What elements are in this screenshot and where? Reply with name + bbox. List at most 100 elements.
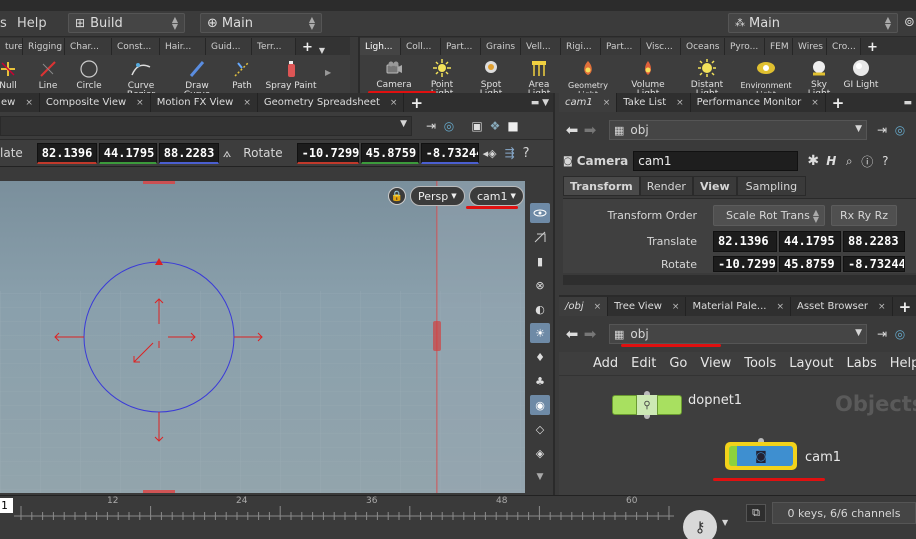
node-cam1[interactable]: ◙ [725,438,797,470]
node-name-field[interactable]: cam1 [633,151,799,171]
tool-camera[interactable]: Camera [376,57,412,90]
close-icon[interactable]: × [243,98,251,108]
translate-y-field[interactable]: 44.1795 [98,142,157,164]
add-tab-icon[interactable]: + [404,94,429,112]
tool-line[interactable]: Line [28,58,68,91]
search-icon[interactable]: ⌕ [840,152,858,170]
help-icon[interactable]: ? [523,146,530,161]
handle-eye-icon[interactable]: ◂◈ [483,147,497,160]
close-icon[interactable]: × [811,98,819,108]
shelf-tab[interactable]: Terr... [252,38,296,55]
translate-z-field[interactable]: 88.2283 [158,142,219,164]
shelf-tab-lights[interactable]: Ligh... [360,38,401,55]
keys-status[interactable]: 0 keys, 6/6 channels [772,502,916,524]
pin-icon[interactable]: ⇥ [422,117,440,135]
headlight-icon[interactable]: ♦ [530,347,550,367]
close-icon[interactable]: × [672,302,680,312]
tool-null[interactable]: Null [0,58,17,91]
shelf-tab[interactable]: Wires [793,38,827,55]
close-icon[interactable]: × [594,302,602,312]
pin-icon[interactable]: ⇥ [873,325,891,343]
tool-path[interactable]: Path [227,58,257,91]
shelf-menu-icon[interactable]: ▼ [319,46,325,55]
tab-composite-view[interactable]: Composite View × [40,93,151,112]
add-shelf-icon[interactable]: + [861,40,884,55]
shading-icon[interactable]: ◐ [530,299,550,319]
display-options-icon[interactable]: ❖ [486,117,504,135]
close-icon[interactable]: × [603,98,611,108]
tool-circle[interactable]: Circle [70,58,108,91]
close-icon[interactable]: × [136,98,144,108]
translate-x-field[interactable]: 82.1396 [36,142,97,164]
menu-help[interactable]: Help [17,16,47,31]
folder-tab-render[interactable]: Render [639,176,693,196]
close-icon[interactable]: × [676,98,684,108]
chevron-down-icon[interactable]: ▼ [722,518,728,527]
shelf-tab[interactable]: Vell... [521,38,561,55]
view-tool-icon[interactable] [530,203,550,223]
add-tab-icon[interactable]: + [826,94,851,112]
back-arrow-icon[interactable]: ⬅ [563,121,581,139]
tab-asset-browser[interactable]: Asset Browser × [791,297,893,316]
folder-tab-sampling[interactable]: Sampling [736,176,807,196]
shelf-scroll-right-icon[interactable]: ▶ [325,68,331,77]
shelf-tab[interactable]: Part... [601,38,641,55]
tab-performance-monitor[interactable]: Performance Monitor × [691,93,826,112]
shelf-tab[interactable]: Pyro... [725,38,765,55]
shelf-tab[interactable]: Grains [481,38,521,55]
tab-geometry-spreadsheet[interactable]: Geometry Spreadsheet × [258,93,405,112]
rotate-z-field[interactable]: -8.73244 [843,256,905,272]
tool-gi-light[interactable]: GI Light [843,57,879,90]
target-icon[interactable]: ◎ [891,121,909,139]
tab-take-list[interactable]: Take List × [617,93,691,112]
gear-icon[interactable]: ✱ [804,152,822,170]
menu-edit[interactable]: Edit [631,356,656,371]
camera-view-icon[interactable]: ◉ [530,395,550,415]
shelf-tab[interactable]: Cro... [827,38,861,55]
forward-arrow-icon[interactable]: ➡ [581,121,599,139]
forward-arrow-icon[interactable]: ➡ [581,325,599,343]
display-icon[interactable]: ◈ [530,443,550,463]
folder-tab-view[interactable]: View [692,176,737,196]
shelf-tab[interactable]: Char... [65,38,112,55]
rotate-z-field[interactable]: -8.73244 [420,142,479,164]
shelf-tab[interactable]: Rigi... [561,38,601,55]
align-icon[interactable]: ⇶ [505,146,515,160]
back-arrow-icon[interactable]: ⬅ [563,325,581,343]
scroll-down-icon[interactable]: ▼ [530,467,550,487]
3d-viewport[interactable]: 🔒 Persp ▼ cam1 ▼ [0,181,525,493]
rotation-order-select[interactable]: Rx Ry Rz [831,205,897,226]
menu-go[interactable]: Go [669,356,687,371]
add-shelf-icon[interactable]: + [296,40,319,55]
render-icon[interactable]: ♣ [530,371,550,391]
transform-order-select[interactable]: Scale Rot Trans ▲ ▼ [713,205,825,226]
node-dopnet1[interactable]: ⚲ [611,391,683,419]
shelf-tab[interactable]: Guid... [206,38,252,55]
ghost-icon[interactable] [530,227,550,247]
current-frame-field[interactable]: 1 [0,498,13,513]
close-icon[interactable]: × [25,98,33,108]
shelf-tab[interactable]: Const... [112,38,160,55]
visibility-icon[interactable]: ◇ [530,419,550,439]
target-icon[interactable]: ◎ [891,325,909,343]
param-path-field[interactable]: ▦ obj ▼ [609,120,867,140]
pane-menu-icon[interactable]: ▬ ▼ [531,98,549,108]
rotate-x-field[interactable]: -10.7299 [713,256,777,272]
menu-cut-item[interactable]: s [0,16,7,31]
rotate-y-field[interactable]: 45.8759 [360,142,419,164]
lock-view-icon[interactable]: ▮ [530,251,550,271]
menu-layout[interactable]: Layout [789,356,833,371]
help-h-icon[interactable]: H [822,152,840,170]
handle-icon[interactable]: ⟑ [223,145,232,161]
add-tab-icon[interactable]: + [893,298,916,316]
light-icon[interactable]: ☀ [530,323,550,343]
shelf-tab[interactable]: Rigging [23,38,65,55]
menu-view[interactable]: View [700,356,731,371]
shelf-tab[interactable]: Coll... [401,38,441,55]
square-icon[interactable]: ■ [504,117,522,135]
folder-tab-transform[interactable]: Transform [563,176,640,196]
rotate-y-field[interactable]: 45.8759 [779,256,841,272]
channel-icon[interactable]: ⧉ [746,504,766,522]
key-icon[interactable]: ⚷ [683,510,717,539]
snap-icon[interactable]: ⊗ [530,275,550,295]
